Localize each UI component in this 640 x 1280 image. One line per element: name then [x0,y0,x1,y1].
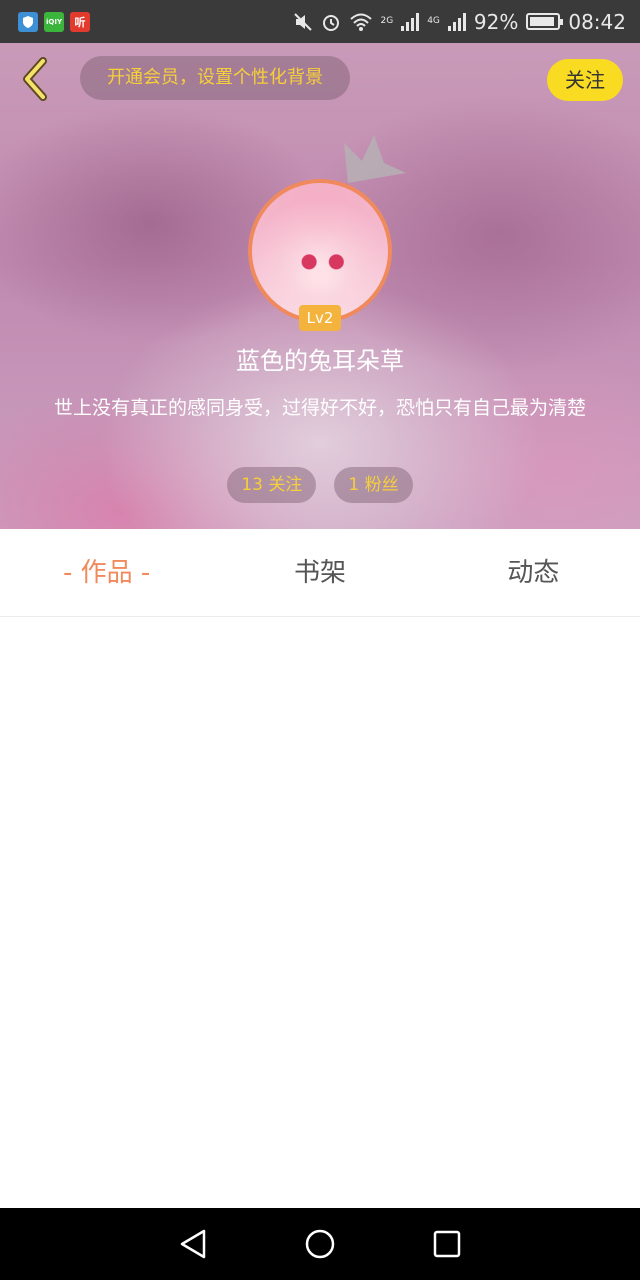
circle-home-icon [305,1229,335,1259]
vip-banner[interactable]: 开通会员，设置个性化背景 [80,56,350,100]
network-4g-label: 4G [427,15,440,26]
follow-button[interactable]: 关注 [547,59,623,101]
network-2g-label: 2G [380,15,394,26]
battery-icon [526,13,564,30]
bio: 世上没有真正的感同身受，过得好不好，恐怕只有自己最为清楚 [53,397,586,419]
following-count[interactable]: 13 关注 [227,467,317,503]
profile-tabs: - 作品 - 书架 动态 [0,529,640,617]
profile-stats: 13 关注 1 粉丝 [0,467,640,503]
wifi-icon [349,13,372,31]
nav-recents-button[interactable] [427,1224,467,1264]
notification-icons: iQIY 听 [18,11,90,32]
square-recents-icon [433,1230,460,1258]
username: 蓝色的兔耳朵草 [236,347,404,375]
signal-2g-icon [401,12,420,31]
ting-app-icon: 听 [70,11,90,32]
back-button[interactable] [14,57,54,101]
nav-home-button[interactable] [300,1224,340,1264]
status-bar: iQIY 听 2G 4G 92% 08:42 [0,0,640,43]
battery-percent: 92% [473,9,519,34]
level-badge: Lv2 [299,305,341,331]
system-nav-bar [0,1208,640,1280]
mute-icon [293,12,312,31]
clock: 08:42 [568,9,626,34]
alarm-icon [322,14,339,31]
tab-content [0,618,640,1208]
avatar[interactable] [248,179,392,323]
shield-app-icon [18,11,38,32]
profile-header: 开通会员，设置个性化背景 关注 Lv2 蓝色的兔耳朵草 世上没有真正的感同身受，… [0,43,640,529]
signal-4g-icon [447,12,466,31]
chevron-left-icon [23,57,47,101]
iqiyi-app-icon: iQIY [44,11,64,32]
nav-back-button[interactable] [173,1224,213,1264]
crown-icon [344,135,406,183]
triangle-back-icon [181,1229,206,1259]
tab-bookshelf[interactable]: 书架 [213,529,426,616]
tab-works[interactable]: - 作品 - [0,529,213,616]
system-status: 2G 4G 92% 08:42 [293,9,626,34]
tab-activity[interactable]: 动态 [427,529,640,616]
followers-count[interactable]: 1 粉丝 [334,467,413,503]
